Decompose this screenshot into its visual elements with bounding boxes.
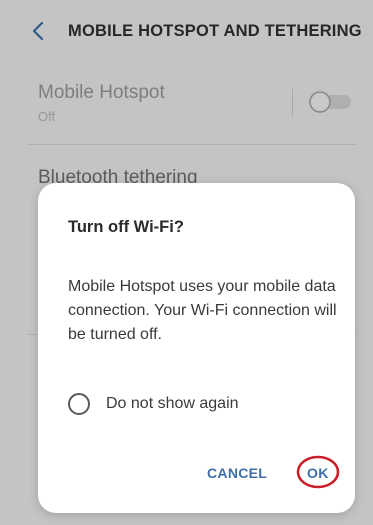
confirm-dialog: Turn off Wi-Fi? Mobile Hotspot uses your… (38, 183, 355, 513)
cancel-button[interactable]: CANCEL (207, 465, 267, 481)
dialog-message: Mobile Hotspot uses your mobile data con… (68, 278, 337, 343)
radio-button[interactable] (68, 393, 90, 415)
highlight-circle-icon (296, 455, 340, 489)
dialog-title: Turn off Wi-Fi? (68, 218, 184, 236)
do-not-show-again-label: Do not show again (106, 395, 239, 412)
do-not-show-again-option[interactable]: Do not show again (68, 393, 239, 415)
